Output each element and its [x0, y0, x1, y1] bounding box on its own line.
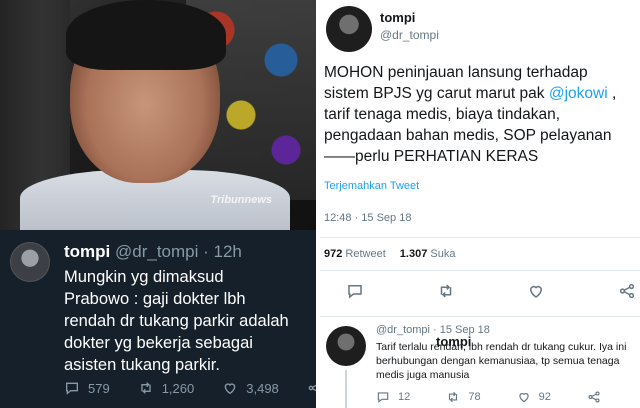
- tweet-text: Tarif terlalu rendah, lbh rendah dr tuka…: [376, 341, 627, 381]
- thread-line: [345, 370, 347, 408]
- reply-tweet-card[interactable]: tompi @dr_tompi · 15 Sep 18 Tarif terlal…: [320, 320, 640, 408]
- like-icon: [224, 383, 236, 395]
- reply-count: 579: [88, 380, 110, 396]
- share-icon[interactable]: [618, 282, 636, 300]
- retweet-stat[interactable]: 972 Retweet: [324, 248, 386, 260]
- user-handle[interactable]: @dr_tompi: [380, 28, 439, 42]
- photo-hair: [66, 0, 226, 70]
- like-icon[interactable]: [527, 282, 545, 300]
- like-count: 3,498: [246, 380, 279, 396]
- retweet-count: 78: [468, 391, 481, 403]
- photo-watermark: Tribunnews: [210, 194, 272, 206]
- main-tweet-card[interactable]: tompi @dr_tompi MOHON peninjauan lansung…: [320, 0, 640, 408]
- divider: [320, 316, 640, 317]
- avatar[interactable]: [326, 326, 366, 366]
- display-name[interactable]: tompi: [64, 242, 110, 261]
- tweet-actions: 579 1,260 3,498: [64, 380, 322, 396]
- tweet-header: tompi @dr_tompi · 15 Sep 18: [376, 324, 490, 349]
- tweet-stats: 972 Retweet 1.307 Suka: [324, 248, 455, 260]
- tweet-header: tompi @dr_tompi · 12h: [64, 242, 242, 262]
- reply-icon: [66, 382, 78, 395]
- like-stat-label: Suka: [430, 248, 456, 260]
- reply-count: 12: [398, 391, 411, 403]
- retweet-stat-label: Retweet: [345, 248, 386, 260]
- like-button[interactable]: 3,498: [222, 380, 279, 396]
- share-icon: [588, 391, 600, 403]
- tweet-timestamp[interactable]: 12:48 · 15 Sep 18: [324, 212, 411, 224]
- retweet-icon: [141, 382, 151, 394]
- tweet-actions: 12 78 92: [376, 390, 631, 404]
- reply-button[interactable]: 12: [376, 390, 410, 404]
- tweet-text: Mungkin yg dimaksud Prabowo : gaji dokte…: [64, 268, 289, 374]
- news-photo: Tribunnews: [0, 0, 316, 230]
- retweet-icon[interactable]: [437, 282, 455, 300]
- like-stat[interactable]: 1.307 Suka: [400, 248, 456, 260]
- translate-tweet-link[interactable]: Terjemahkan Tweet: [324, 180, 419, 192]
- reply-icon: [377, 392, 389, 403]
- avatar[interactable]: [10, 242, 50, 282]
- like-count: 92: [538, 391, 551, 403]
- retweet-icon: [449, 391, 458, 403]
- retweet-button[interactable]: 78: [446, 390, 481, 404]
- retweet-button[interactable]: 1,260: [138, 380, 195, 396]
- handle-and-time: @dr_tompi · 12h: [110, 242, 242, 261]
- handle-and-time: @dr_tompi · 15 Sep 18: [376, 324, 490, 336]
- mention-link[interactable]: @jokowi: [549, 85, 608, 102]
- like-button[interactable]: 92: [517, 390, 551, 404]
- dark-tweet-card[interactable]: tompi @dr_tompi · 12h Mungkin yg dimaksu…: [0, 230, 322, 408]
- reply-icon[interactable]: [346, 282, 364, 300]
- reply-button[interactable]: 579: [64, 380, 110, 396]
- display-name[interactable]: tompi: [380, 10, 415, 25]
- tweet-text: MOHON peninjauan lansung terhadap sistem…: [324, 62, 636, 167]
- like-stat-count: 1.307: [399, 248, 428, 260]
- tweet-actions: [346, 282, 636, 300]
- divider: [320, 270, 640, 271]
- share-button[interactable]: [587, 390, 601, 404]
- retweet-stat-count: 972: [324, 248, 343, 260]
- retweet-count: 1,260: [161, 380, 195, 396]
- avatar[interactable]: [326, 6, 372, 52]
- like-icon: [518, 393, 529, 403]
- divider: [320, 237, 640, 238]
